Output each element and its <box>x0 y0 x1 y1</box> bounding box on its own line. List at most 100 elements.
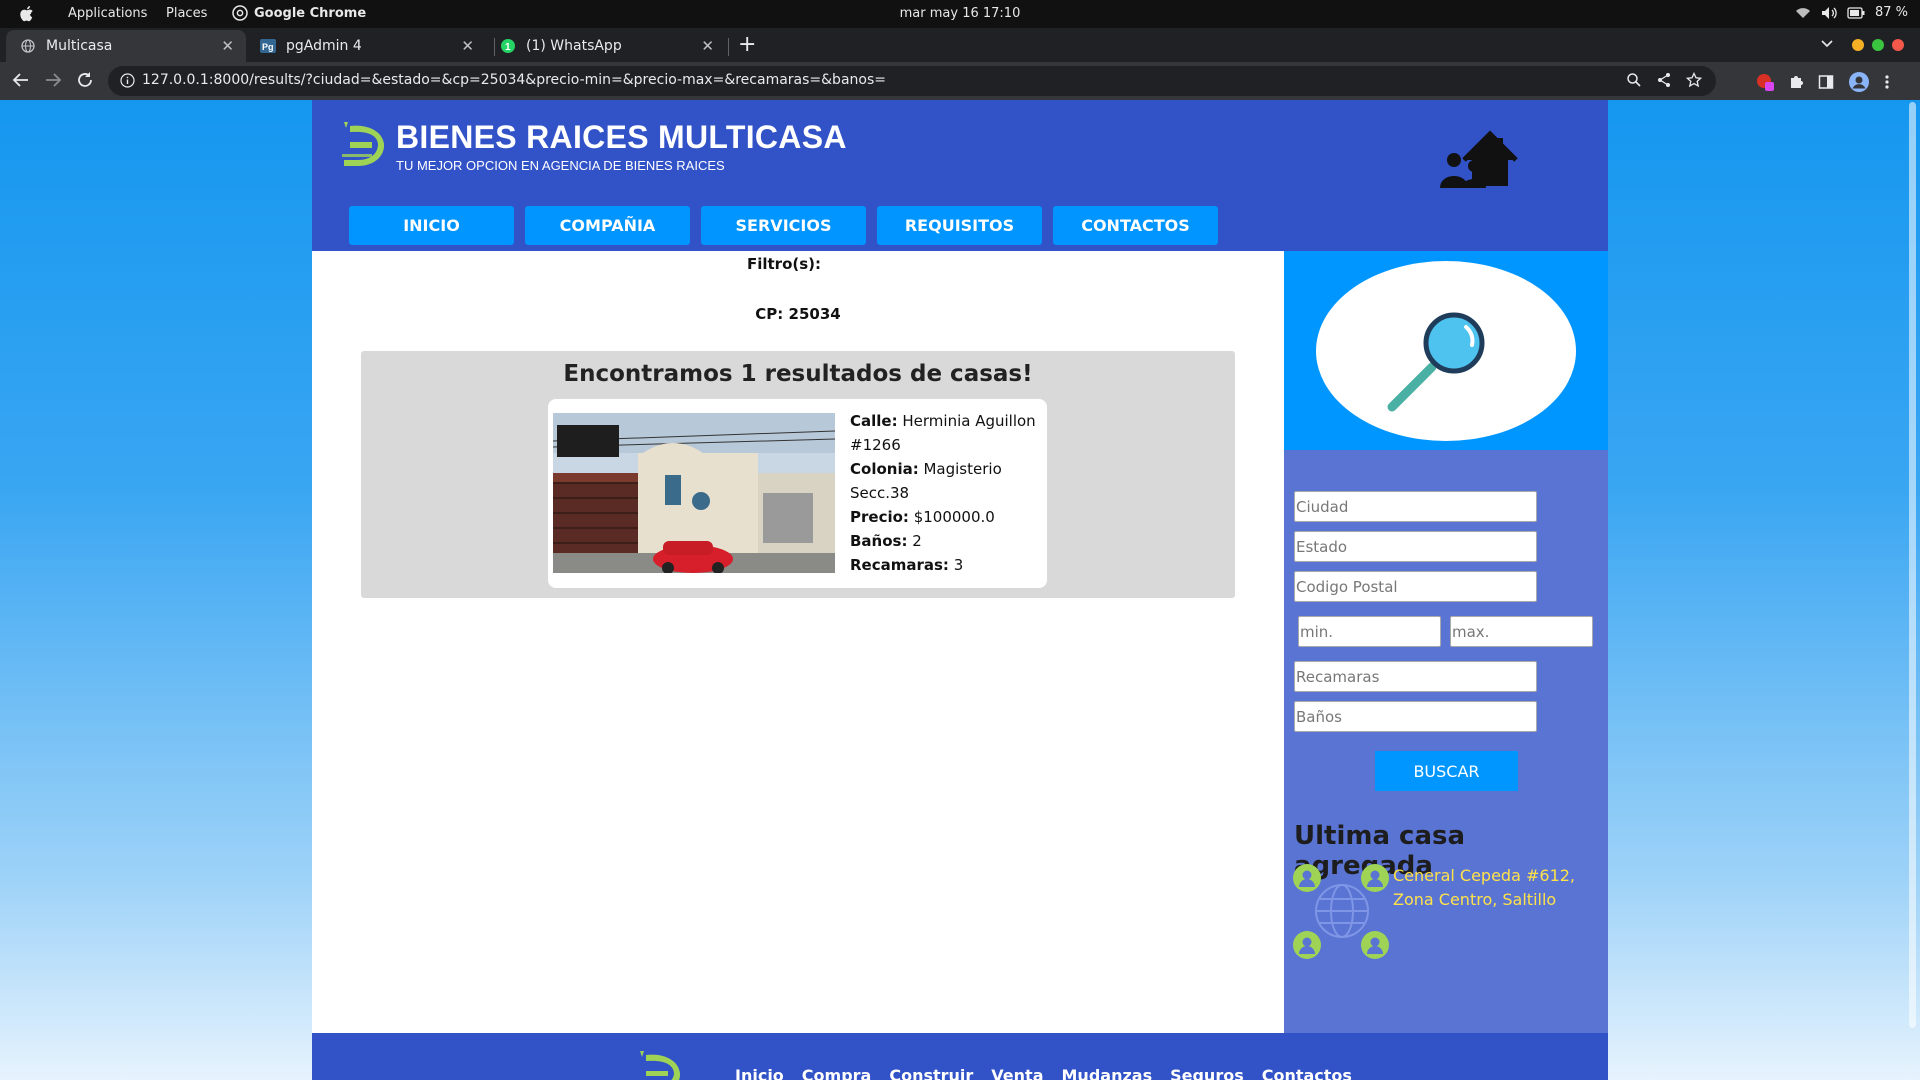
results-heading: Encontramos 1 resultados de casas! <box>563 361 1033 387</box>
cp-input[interactable] <box>1294 571 1537 602</box>
buscar-button[interactable]: BUSCAR <box>1375 751 1518 791</box>
battery-icon <box>1847 6 1865 19</box>
maximize-button[interactable] <box>1872 39 1884 51</box>
footer-links: Inicio Compra Construir Venta Mudanzas S… <box>735 1066 1352 1080</box>
detail-precio-value: $100000.0 <box>913 508 995 526</box>
tab-title: Multicasa <box>46 38 113 54</box>
os-menu-app-label: Google Chrome <box>254 6 367 21</box>
whatsapp-icon: 1 <box>500 38 516 54</box>
house-photo[interactable] <box>553 413 835 573</box>
detail-precio: Precio: $100000.0 <box>850 505 1040 529</box>
detail-calle-label: Calle: <box>850 412 898 430</box>
detail-banos: Baños: 2 <box>850 529 1040 553</box>
detail-recamaras-value: 3 <box>953 556 964 574</box>
site-footer: Inicio Compra Construir Venta Mudanzas S… <box>312 1033 1608 1080</box>
results-main: Filtro(s): CP: 25034 Encontramos 1 resul… <box>312 251 1284 1033</box>
tab-pgadmin[interactable]: Pg pgAdmin 4 ✕ <box>246 30 486 62</box>
nav-servicios[interactable]: SERVICIOS <box>701 206 866 245</box>
banos-input[interactable] <box>1294 701 1537 732</box>
precio-min-input[interactable] <box>1298 616 1441 647</box>
nav-inicio[interactable]: INICIO <box>349 206 514 245</box>
detail-banos-value: 2 <box>912 532 922 550</box>
house-details: Calle: Herminia Aguillon #1266 Colonia: … <box>850 409 1040 577</box>
volume-icon <box>1821 6 1837 19</box>
reload-icon[interactable] <box>76 71 94 89</box>
house-people-icon <box>1440 130 1518 188</box>
site-container: BIENES RAICES MULTICASA TU MEJOR OPCION … <box>312 100 1608 1080</box>
tab-divider <box>728 38 729 56</box>
tab-title: (1) WhatsApp <box>526 38 622 54</box>
site-header: BIENES RAICES MULTICASA TU MEJOR OPCION … <box>312 100 1608 251</box>
side-panel-icon[interactable] <box>1818 74 1834 90</box>
bookmark-star-icon[interactable] <box>1686 72 1702 88</box>
precio-max-input[interactable] <box>1450 616 1593 647</box>
ciudad-input[interactable] <box>1294 491 1537 522</box>
footer-link-venta[interactable]: Venta <box>991 1066 1043 1080</box>
tab-multicasa[interactable]: Multicasa ✕ <box>6 30 246 62</box>
main-nav: INICIO COMPAÑIA SERVICIOS REQUISITOS CON… <box>349 206 1218 245</box>
scrollbar-thumb[interactable] <box>1909 102 1916 1028</box>
os-menu-app[interactable]: Google Chrome <box>232 5 367 21</box>
apple-icon[interactable] <box>20 5 36 22</box>
site-tagline: TU MEJOR OPCION EN AGENCIA DE BIENES RAI… <box>396 158 725 173</box>
nav-contactos[interactable]: CONTACTOS <box>1053 206 1218 245</box>
close-icon[interactable]: ✕ <box>221 37 234 55</box>
logo-icon[interactable] <box>338 118 390 170</box>
minimize-button[interactable] <box>1852 39 1864 51</box>
os-menu-places[interactable]: Places <box>166 6 207 21</box>
kebab-menu-icon[interactable] <box>1884 74 1890 90</box>
browser-toolbar: 127.0.0.1:8000/results/?ciudad=&estado=&… <box>0 62 1920 100</box>
footer-link-inicio[interactable]: Inicio <box>735 1066 784 1080</box>
filters-title: Filtro(s): <box>746 255 822 273</box>
results-box: Encontramos 1 resultados de casas! Calle… <box>361 351 1235 598</box>
latest-house-link[interactable]: Ceneral Cepeda #612, Zona Centro, Saltil… <box>1393 864 1603 912</box>
info-icon[interactable] <box>120 73 135 88</box>
footer-link-mudanzas[interactable]: Mudanzas <box>1062 1066 1153 1080</box>
forward-arrow-icon[interactable] <box>44 71 62 89</box>
page-scrollbar[interactable] <box>1905 100 1920 1080</box>
estado-input[interactable] <box>1294 531 1537 562</box>
search-sidebar: BUSCAR Ultima casa agregada Ceneral Ce <box>1284 251 1608 1033</box>
detail-colonia-label: Colonia: <box>850 460 919 478</box>
back-arrow-icon[interactable] <box>12 71 30 89</box>
close-window-button[interactable] <box>1892 39 1904 51</box>
url-text[interactable]: 127.0.0.1:8000/results/?ciudad=&estado=&… <box>142 72 886 88</box>
footer-logo-icon[interactable] <box>632 1047 688 1080</box>
footer-link-compra[interactable]: Compra <box>802 1066 872 1080</box>
nav-compania[interactable]: COMPAÑIA <box>525 206 690 245</box>
search-banner <box>1284 251 1608 450</box>
puzzle-icon[interactable] <box>1788 74 1804 90</box>
chrome-icon <box>232 5 248 21</box>
close-icon[interactable]: ✕ <box>701 37 714 55</box>
detail-recamaras: Recamaras: 3 <box>850 553 1040 577</box>
detail-precio-label: Precio: <box>850 508 909 526</box>
tab-whatsapp[interactable]: 1 (1) WhatsApp ✕ <box>486 30 726 62</box>
address-bar[interactable]: 127.0.0.1:8000/results/?ciudad=&estado=&… <box>108 66 1716 96</box>
search-oval <box>1316 261 1576 441</box>
footer-link-construir[interactable]: Construir <box>889 1066 973 1080</box>
filter-cp: CP: 25034 <box>755 305 841 323</box>
page-viewport: BIENES RAICES MULTICASA TU MEJOR OPCION … <box>0 100 1920 1080</box>
nav-requisitos[interactable]: REQUISITOS <box>877 206 1042 245</box>
profile-avatar-icon[interactable] <box>1848 71 1870 93</box>
pgadmin-icon: Pg <box>260 38 276 54</box>
footer-link-contactos[interactable]: Contactos <box>1262 1066 1352 1080</box>
wifi-icon <box>1795 7 1810 18</box>
house-card[interactable]: Calle: Herminia Aguillon #1266 Colonia: … <box>548 399 1047 588</box>
close-icon[interactable]: ✕ <box>461 37 474 55</box>
share-icon[interactable] <box>1656 72 1672 88</box>
tab-search-chevron-icon[interactable] <box>1820 36 1834 50</box>
new-tab-button[interactable]: + <box>738 34 756 56</box>
extension-badge-icon[interactable] <box>1756 73 1774 91</box>
os-menu-applications[interactable]: Applications <box>68 6 147 21</box>
footer-link-seguros[interactable]: Seguros <box>1170 1066 1244 1080</box>
recamaras-input[interactable] <box>1294 661 1537 692</box>
zoom-icon[interactable] <box>1626 72 1642 88</box>
window-controls <box>1852 39 1904 51</box>
system-tray[interactable]: 87 % <box>1795 5 1908 20</box>
site-brand-title[interactable]: BIENES RAICES MULTICASA <box>396 119 847 156</box>
os-top-bar: Applications Places Google Chrome mar ma… <box>0 0 1920 28</box>
tab-title: pgAdmin 4 <box>286 38 362 54</box>
globe-icon <box>20 38 36 54</box>
detail-colonia: Colonia: Magisterio Secc.38 <box>850 457 1040 505</box>
